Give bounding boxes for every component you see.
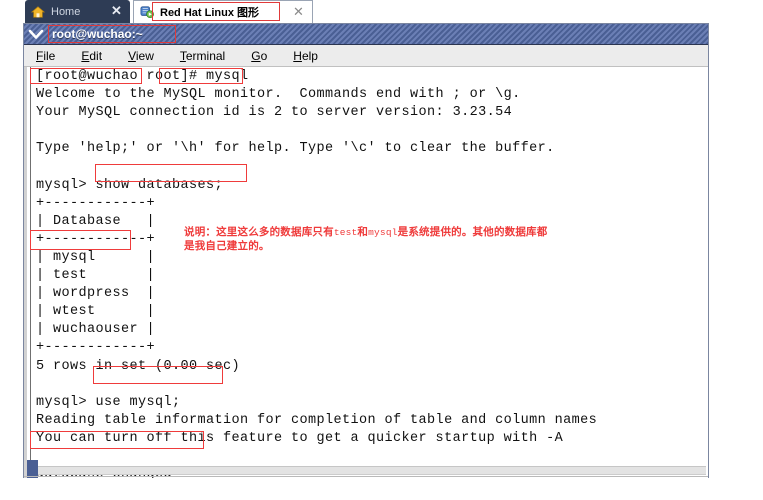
browser-tab-strip: Home ✕ Red Hat Linux 图形 ✕ xyxy=(0,0,763,23)
terminal-line: +------------+ xyxy=(36,195,156,211)
terminal-line: | wuchaouser | xyxy=(36,322,156,338)
browser-tab-redhat-close-icon[interactable]: ✕ xyxy=(292,5,305,18)
terminal-bottom-edge xyxy=(24,476,708,477)
menu-item-file[interactable]: File xyxy=(36,49,55,63)
annotation-note-mono2: mysql xyxy=(368,227,398,238)
menu-item-view[interactable]: View xyxy=(128,49,154,63)
terminal-menubar: File Edit View Terminal Go Help xyxy=(24,45,708,67)
annotation-note-part1: 说明：这里这么多的数据库只有 xyxy=(184,226,334,238)
terminal-line: Welcome to the MySQL monitor. Commands e… xyxy=(36,87,521,103)
terminal-line: Type 'help;' or '\h' for help. Type '\c'… xyxy=(36,141,555,157)
annotation-note-part3: 是系统提供的。其他的数据库都 xyxy=(397,226,548,238)
globe-icon xyxy=(140,6,154,19)
page-bottom-whitespace xyxy=(0,488,763,500)
home-icon xyxy=(31,5,45,18)
terminal-text: [root@wuchao root]# mysql Welcome to the … xyxy=(36,68,708,478)
terminal-line: | wtest | xyxy=(36,304,156,320)
horizontal-scrollbar[interactable] xyxy=(38,466,706,475)
browser-tab-redhat-label: Red Hat Linux 图形 xyxy=(160,7,260,19)
terminal-line: mysql> use mysql; xyxy=(36,394,181,410)
annotation-note-part2: 和 xyxy=(357,226,369,238)
terminal-titlebar[interactable]: root@wuchao:~ xyxy=(24,24,708,45)
terminal-left-rule xyxy=(30,67,31,478)
browser-tab-home[interactable]: Home ✕ xyxy=(25,0,130,23)
menu-item-terminal[interactable]: Terminal xyxy=(180,49,225,63)
terminal-line: mysql> show databases; xyxy=(36,177,224,193)
annotation-note-line2: 是我自己建立的。 xyxy=(184,239,270,252)
chevron-down-icon[interactable] xyxy=(27,26,45,42)
terminal-line: +------------+ xyxy=(36,340,156,356)
terminal-line: [root@wuchao root]# mysql xyxy=(36,69,249,84)
menu-item-go[interactable]: Go xyxy=(251,49,267,63)
browser-tab-home-label: Home xyxy=(51,5,81,18)
terminal-title: root@wuchao:~ xyxy=(52,27,143,41)
menu-item-edit[interactable]: Edit xyxy=(81,49,102,63)
annotation-note-mono1: test xyxy=(333,227,358,238)
browser-tab-home-close-icon[interactable]: ✕ xyxy=(110,4,123,17)
terminal-output-area[interactable]: [root@wuchao root]# mysql Welcome to the … xyxy=(24,67,708,478)
browser-tab-redhat[interactable]: Red Hat Linux 图形 ✕ xyxy=(133,0,313,23)
terminal-line: | test | xyxy=(36,268,156,284)
terminal-line: | wordpress | xyxy=(36,286,156,302)
terminal-line: You can turn off this feature to get a q… xyxy=(36,430,564,446)
terminal-line: 5 rows in set (0.00 sec) xyxy=(36,358,241,374)
annotation-note: 说明：这里这么多的数据库只有test和mysql是系统提供的。其他的数据库都是我… xyxy=(184,226,644,252)
terminal-line: Your MySQL connection id is 2 to server … xyxy=(36,105,513,121)
terminal-line: Reading table information for completion… xyxy=(36,412,598,428)
menu-item-help[interactable]: Help xyxy=(293,49,318,63)
